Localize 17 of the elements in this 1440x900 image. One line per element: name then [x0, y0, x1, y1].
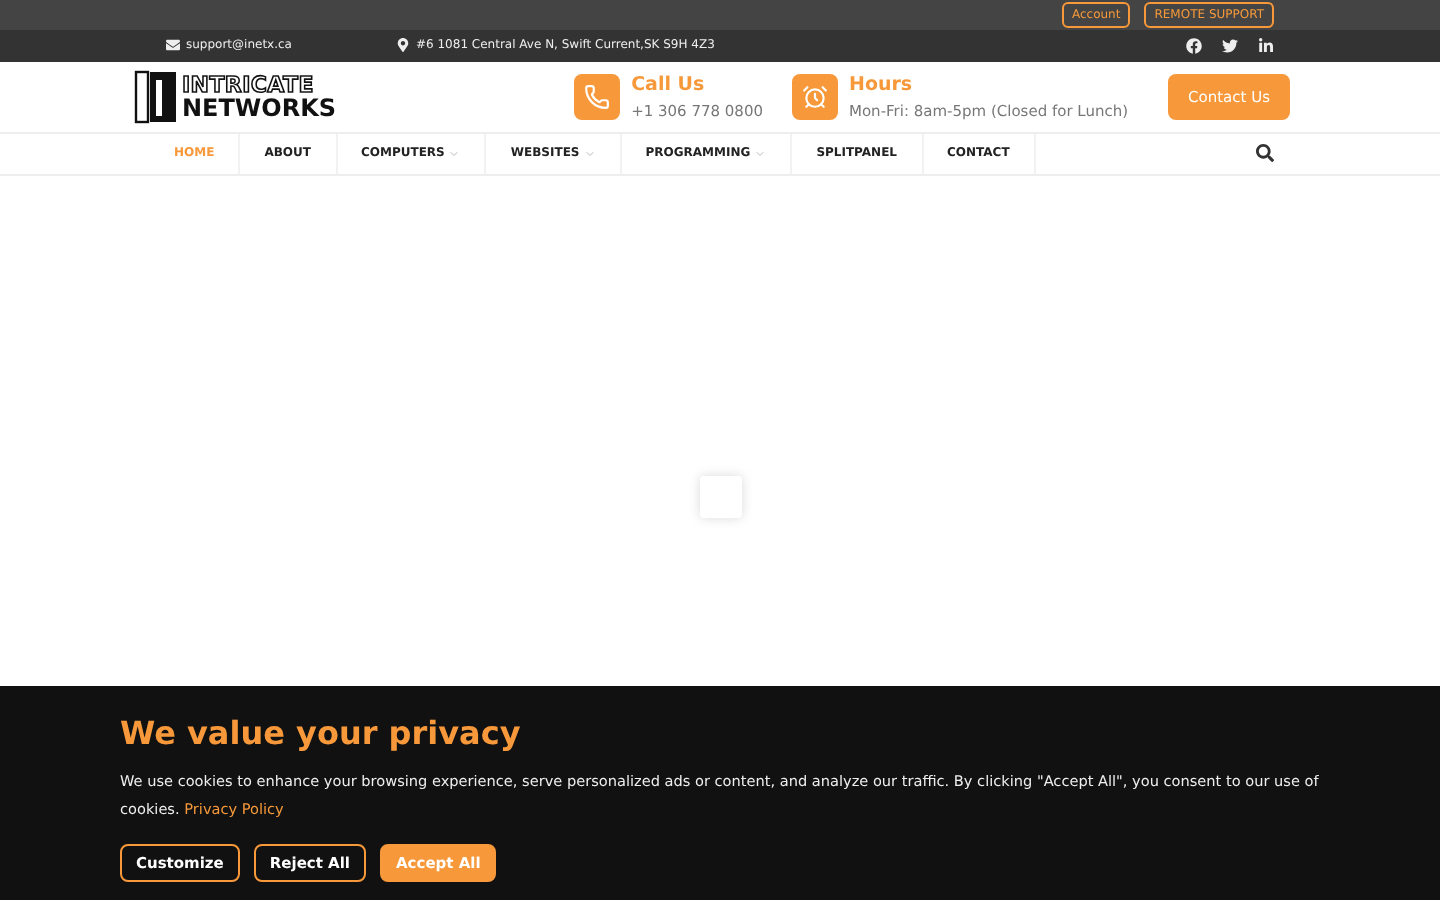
logo-icon [134, 69, 178, 124]
linkedin-icon[interactable] [1258, 37, 1274, 54]
logo-text: INTRICATE [182, 73, 316, 96]
chevron-icon [448, 147, 461, 160]
envelope-icon [166, 38, 180, 53]
chevron-icon [754, 147, 767, 160]
map-pin-icon [395, 38, 410, 53]
facebook-icon[interactable] [1186, 37, 1202, 54]
twitter-icon[interactable] [1222, 37, 1238, 54]
contact-title: Call Us [631, 73, 707, 96]
search-icon[interactable] [1256, 144, 1274, 163]
phone-icon [583, 83, 610, 110]
alarm-clock-icon [801, 83, 827, 110]
cookie-title: We value your privacy [120, 714, 523, 753]
chevron-icon [583, 147, 596, 160]
contact-title: Hours [849, 73, 915, 96]
logo-text: NETWORKS [182, 95, 337, 120]
